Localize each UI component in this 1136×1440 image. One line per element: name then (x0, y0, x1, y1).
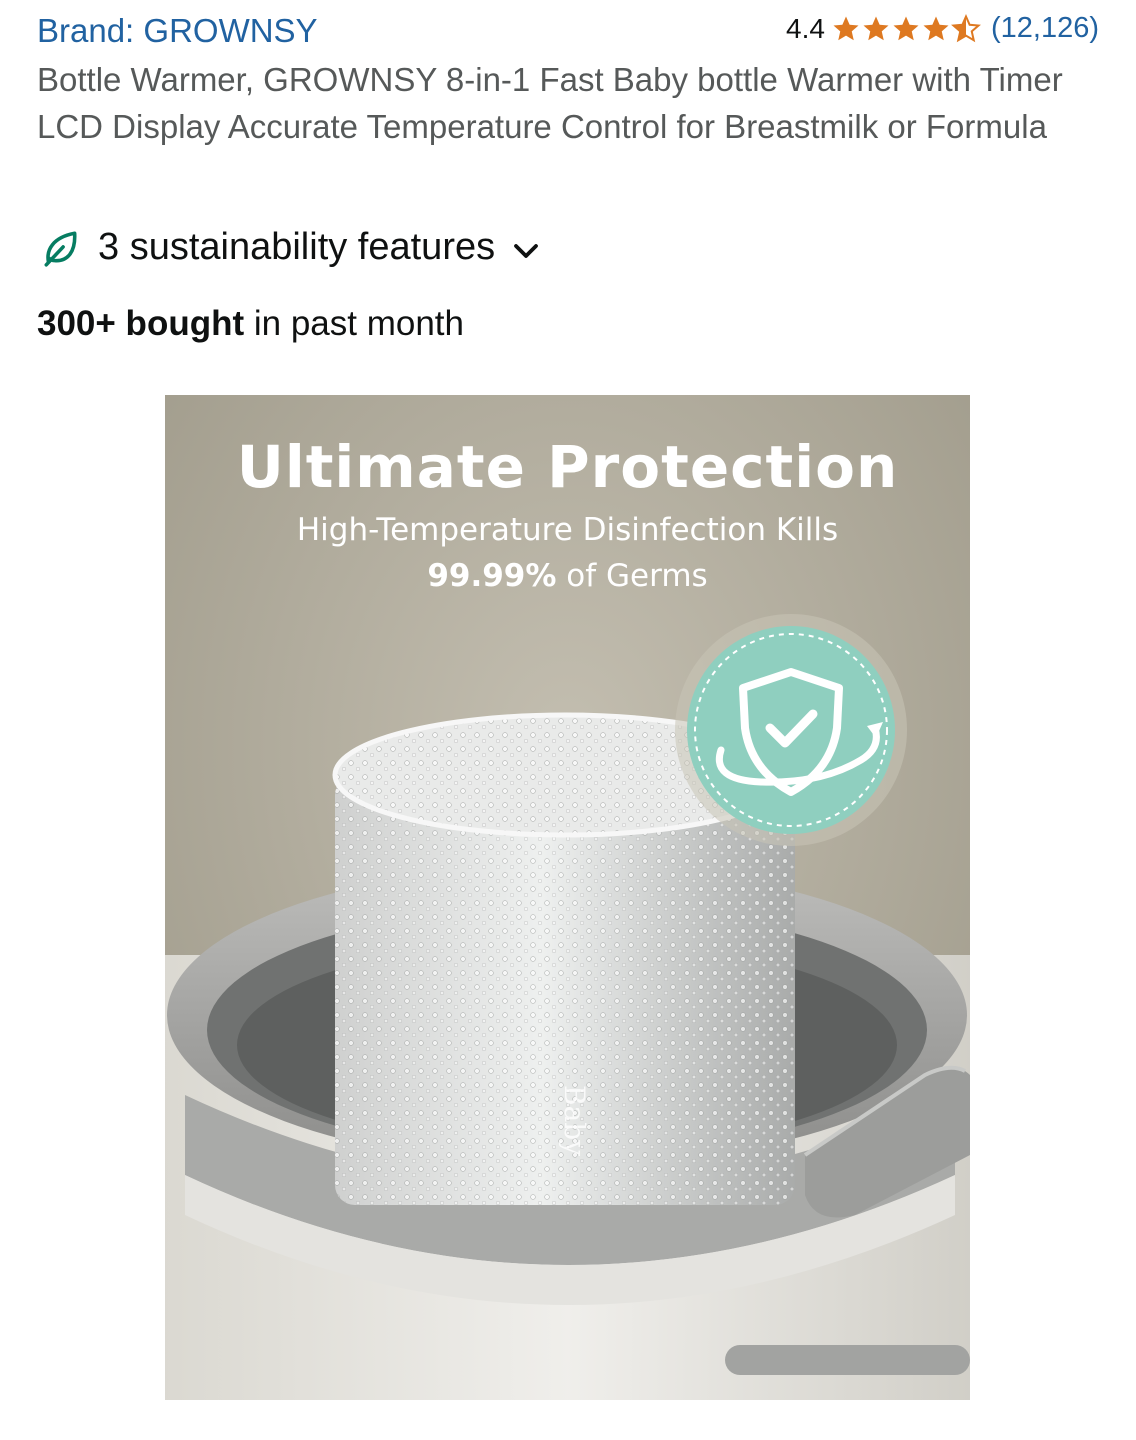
brand-link[interactable]: Brand: GROWNSY (37, 12, 318, 50)
star-icon (923, 16, 949, 40)
leaf-icon (44, 231, 77, 267)
bought-in-past-month: 300+ bought in past month (37, 304, 464, 344)
image-subline-text: High-Temperature Disinfection Kills (296, 512, 839, 548)
rating-value: 4.4 (786, 12, 825, 44)
bought-count: 300+ bought (37, 304, 245, 343)
image-headline: Ultimate Protection (236, 433, 899, 501)
image-highlight: 99.99% (427, 558, 557, 594)
sustainability-label: 3 sustainability features (98, 226, 496, 268)
image-subline: High-Temperature Disinfection Kills 99.9… (165, 507, 970, 599)
star-icon (863, 16, 889, 40)
rating-block[interactable]: 4.4 (12,126) (786, 12, 1099, 45)
bottle-label: Baby (558, 1085, 591, 1156)
star-icon (833, 16, 859, 40)
star-rating[interactable] (831, 13, 981, 44)
header-row: Brand: GROWNSY 4.4 (12,126) (37, 10, 1099, 54)
shield-check-icon (675, 614, 907, 846)
star-icon (893, 16, 919, 40)
sustainability-features-toggle[interactable]: 3 sustainability features (40, 226, 541, 269)
chevron-down-icon (514, 243, 538, 258)
bought-period: in past month (244, 304, 464, 343)
review-count-link[interactable]: (12,126) (991, 12, 1099, 45)
image-highlight-suffix: of Germs (556, 558, 708, 594)
product-image[interactable]: Baby Ultimate Protection High-Temperatur… (165, 395, 970, 1400)
image-highlight-line: 99.99% of Germs (165, 553, 970, 599)
product-title: Bottle Warmer, GROWNSY 8-in-1 Fast Baby … (37, 61, 1063, 145)
star-half-icon (951, 13, 981, 42)
